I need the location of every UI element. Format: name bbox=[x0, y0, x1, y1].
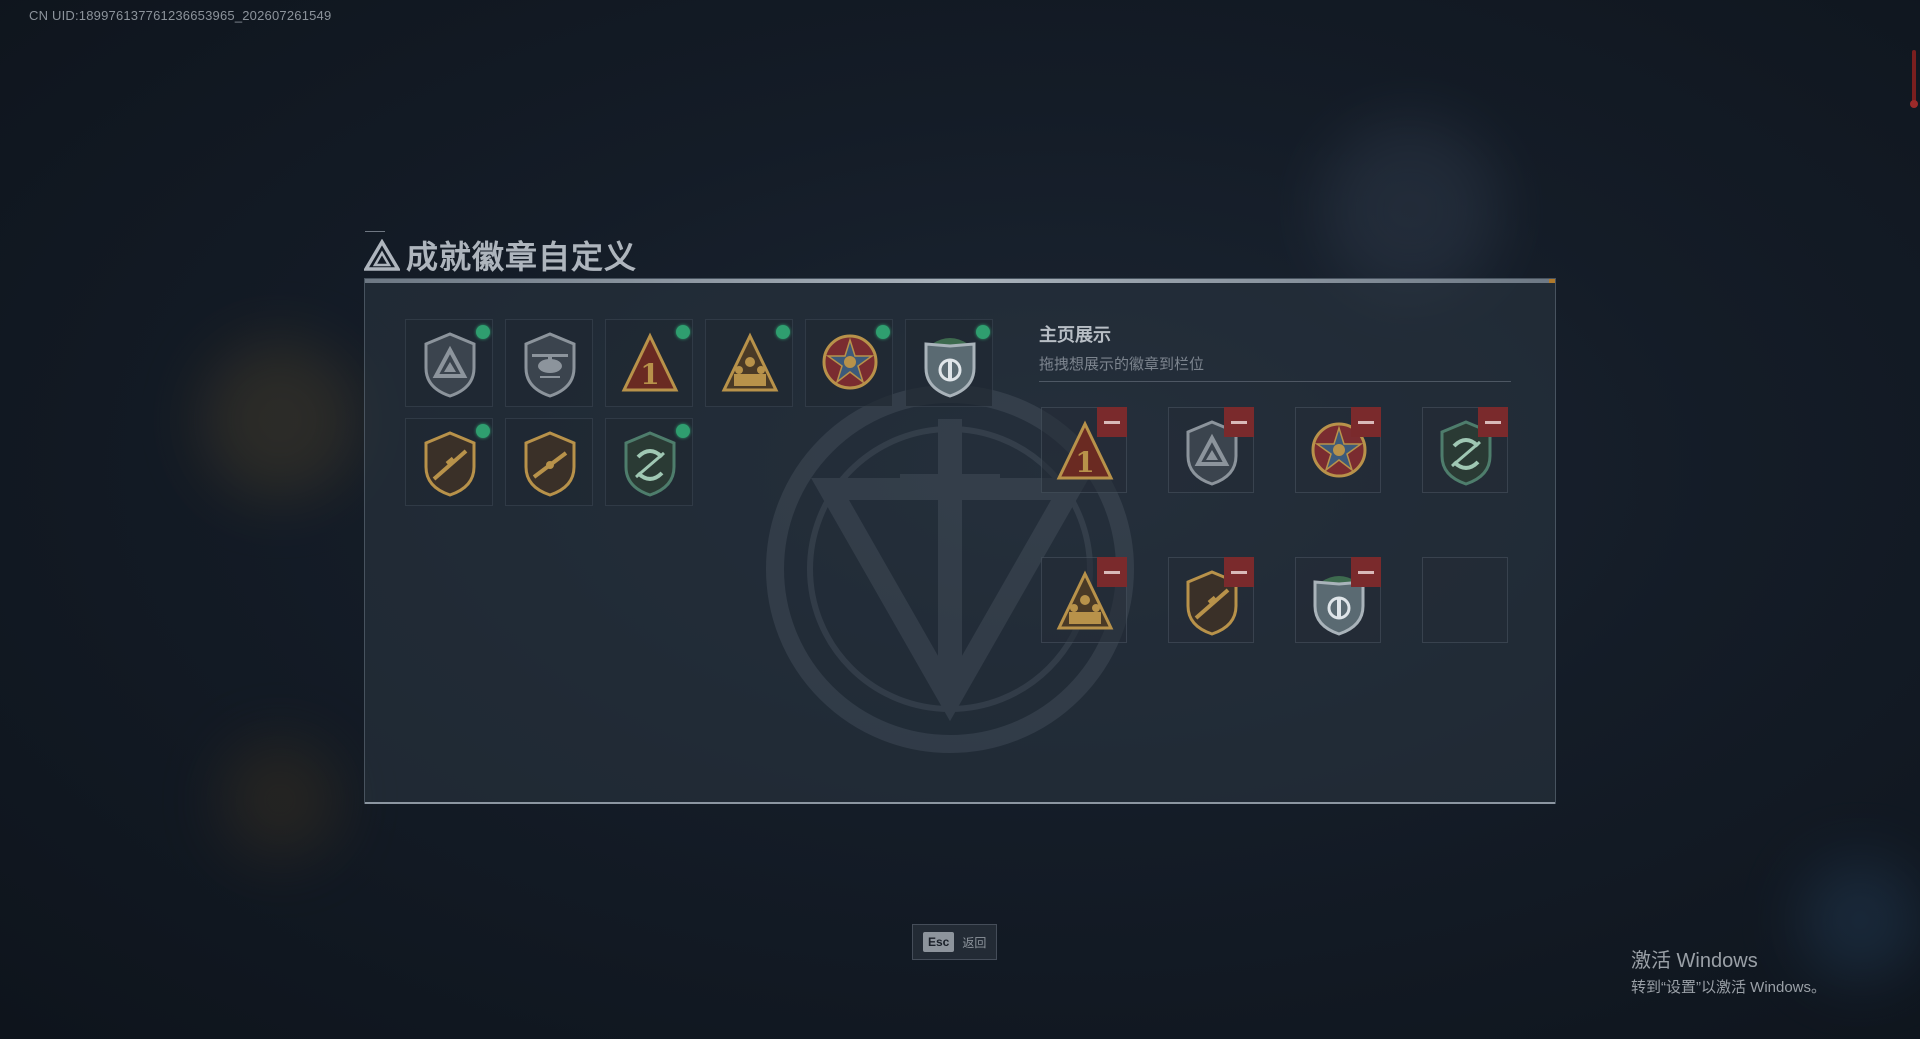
badge-slot[interactable] bbox=[405, 418, 493, 506]
selected-indicator bbox=[776, 325, 790, 339]
showcase-subtitle: 拖拽想展示的徽章到栏位 bbox=[1039, 356, 1205, 373]
minus-icon bbox=[1231, 570, 1247, 574]
remove-badge-button[interactable] bbox=[1351, 407, 1381, 437]
minus-icon bbox=[1485, 420, 1501, 424]
badge-slot[interactable] bbox=[705, 319, 793, 407]
display-slot[interactable] bbox=[1041, 557, 1127, 643]
minus-icon bbox=[1231, 420, 1247, 424]
panel-bottom-border bbox=[365, 802, 1555, 804]
triangle-logo-icon bbox=[364, 239, 400, 271]
number-one-triangle-icon: 1 bbox=[621, 332, 679, 392]
badge-slot[interactable] bbox=[905, 319, 993, 407]
background-glow bbox=[1320, 120, 1500, 300]
badge-slot[interactable] bbox=[805, 319, 893, 407]
page-title: 成就徽章自定义 bbox=[406, 239, 638, 275]
badge-slot[interactable] bbox=[505, 319, 593, 407]
display-slot-empty[interactable] bbox=[1422, 557, 1508, 643]
background-glow bbox=[220, 740, 340, 860]
minus-icon bbox=[1358, 420, 1374, 424]
minus-icon bbox=[1104, 570, 1120, 574]
selected-indicator bbox=[676, 325, 690, 339]
rifle-shield-alt-icon bbox=[524, 431, 576, 497]
remove-badge-button[interactable] bbox=[1351, 557, 1381, 587]
esc-key-icon: Esc bbox=[923, 932, 955, 952]
windows-activation-watermark: 激活 Windows 转到“设置”以激活 Windows。 bbox=[1631, 944, 1826, 997]
badge-slot[interactable]: 1 bbox=[605, 319, 693, 407]
remove-badge-button[interactable] bbox=[1097, 407, 1127, 437]
title-header: 成就徽章自定义 bbox=[364, 232, 637, 278]
squad-triangle-icon bbox=[721, 332, 779, 392]
svg-text:1: 1 bbox=[1075, 446, 1094, 479]
remove-badge-button[interactable] bbox=[1478, 407, 1508, 437]
activation-subtitle: 转到“设置”以激活 Windows。 bbox=[1631, 979, 1827, 996]
showcase-header: 主页展示 拖拽想展示的徽章到栏位 bbox=[1039, 321, 1511, 382]
badge-slot[interactable] bbox=[505, 418, 593, 506]
scroll-indicator bbox=[1910, 50, 1918, 108]
triangle-shield-icon bbox=[424, 332, 476, 398]
back-button[interactable]: Esc 返回 bbox=[912, 924, 998, 960]
display-slot[interactable] bbox=[1168, 557, 1254, 643]
selected-indicator bbox=[476, 325, 490, 339]
remove-badge-button[interactable] bbox=[1224, 557, 1254, 587]
badge-slot[interactable] bbox=[605, 418, 693, 506]
selected-indicator bbox=[976, 325, 990, 339]
activation-title: 激活 Windows bbox=[1631, 950, 1758, 972]
uid-label: CN UID:1899761377612366539​65_2026072615… bbox=[29, 8, 332, 23]
showcase-title: 主页展示 bbox=[1039, 325, 1111, 345]
display-slot[interactable]: 1 bbox=[1041, 407, 1127, 493]
display-slot[interactable] bbox=[1168, 407, 1254, 493]
selected-indicator bbox=[676, 424, 690, 438]
panel-top-border bbox=[365, 279, 1555, 283]
remove-badge-button[interactable] bbox=[1224, 407, 1254, 437]
display-slot[interactable] bbox=[1295, 557, 1381, 643]
display-slot[interactable] bbox=[1422, 407, 1508, 493]
remove-badge-button[interactable] bbox=[1097, 557, 1127, 587]
display-slot[interactable] bbox=[1295, 407, 1381, 493]
rifle-shield-icon bbox=[424, 431, 476, 497]
badge-panel: 1 主页展示 拖拽想展示的徽章到栏位 1 bbox=[364, 278, 1556, 804]
svg-text:1: 1 bbox=[640, 358, 659, 391]
star-emblem-icon bbox=[822, 334, 878, 390]
badge-slot[interactable] bbox=[405, 319, 493, 407]
minus-icon bbox=[1104, 420, 1120, 424]
green-helmet-shield-icon bbox=[924, 338, 976, 398]
selected-indicator bbox=[476, 424, 490, 438]
background-glow bbox=[200, 340, 360, 500]
minus-icon bbox=[1358, 570, 1374, 574]
back-label: 返回 bbox=[962, 935, 987, 950]
helicopter-shield-icon bbox=[524, 332, 576, 398]
selected-indicator bbox=[876, 325, 890, 339]
green-arrows-shield-icon bbox=[624, 431, 676, 497]
